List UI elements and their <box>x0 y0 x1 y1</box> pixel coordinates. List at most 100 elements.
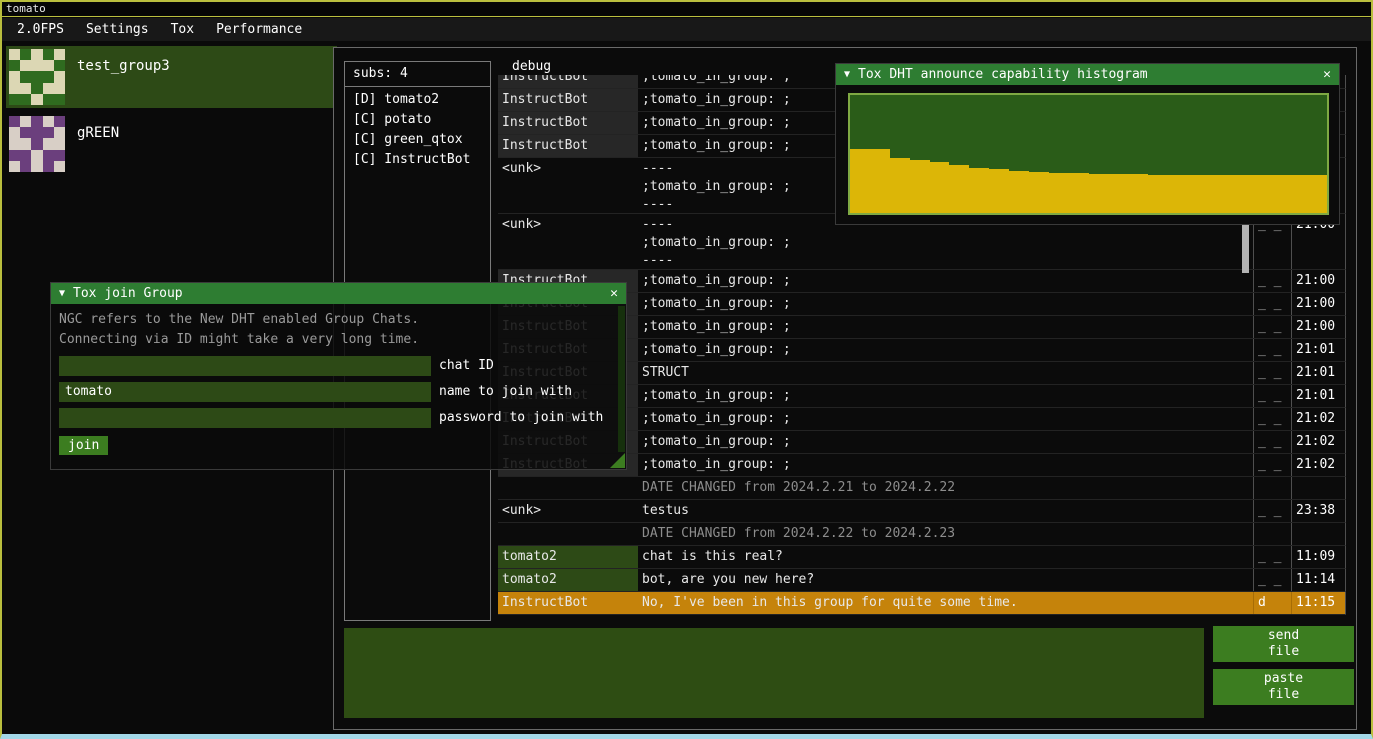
delivery-marks: _ _ <box>1253 270 1291 292</box>
paste-file-button[interactable]: pastefile <box>1213 669 1354 705</box>
timestamp: 21:01 <box>1291 385 1345 407</box>
message-text: ;tomato_in_group: ; <box>638 339 1253 361</box>
histogram-bar <box>1049 173 1069 213</box>
histogram-bar <box>1168 175 1188 213</box>
chat-id-label: chat ID <box>439 356 494 376</box>
message-text: STRUCT <box>638 362 1253 384</box>
window-title: tomato <box>6 2 46 15</box>
message-text: ;tomato_in_group: ; <box>638 293 1253 315</box>
close-icon[interactable]: ✕ <box>610 286 618 301</box>
timestamp: 21:02 <box>1291 408 1345 430</box>
histogram-chart <box>848 93 1329 215</box>
group-item-gREEN[interactable]: gREEN <box>6 113 337 175</box>
chat-id-input[interactable] <box>59 356 431 376</box>
message-text: No, I've been in this group for quite so… <box>638 592 1253 614</box>
menu-item-tox[interactable]: Tox <box>160 20 205 39</box>
delivery-marks: _ _ <box>1253 362 1291 384</box>
histogram-bar <box>1188 175 1208 213</box>
join-button[interactable]: join <box>59 436 108 455</box>
chat-message-row: tomato2chat is this real?_ _11:09 <box>498 546 1346 569</box>
send-file-button[interactable]: sendfile <box>1213 626 1354 662</box>
sender-name <box>498 477 638 499</box>
timestamp: 21:01 <box>1291 339 1345 361</box>
histogram-bar <box>1029 172 1049 213</box>
group-name: gREEN <box>77 125 119 141</box>
delivery-marks <box>1253 477 1291 499</box>
collapse-arrow-icon[interactable]: ▼ <box>844 69 850 80</box>
histogram-bar <box>1089 174 1109 213</box>
timestamp <box>1291 477 1345 499</box>
message-text: chat is this real? <box>638 546 1253 568</box>
histogram-bar <box>890 158 910 213</box>
member-InstructBot[interactable]: [C] InstructBot <box>345 150 490 170</box>
timestamp: 21:01 <box>1291 362 1345 384</box>
message-text: testus <box>638 500 1253 522</box>
sender-name <box>498 523 638 545</box>
delivery-marks <box>1253 523 1291 545</box>
delivery-marks: _ _ <box>1253 316 1291 338</box>
delivery-marks: _ _ <box>1253 431 1291 453</box>
histogram-bar <box>850 149 870 213</box>
sender-name: tomato2 <box>498 546 638 568</box>
system-message-row: DATE CHANGED from 2024.2.22 to 2024.2.23 <box>498 523 1346 546</box>
histogram-bar <box>1248 175 1268 213</box>
histogram-bar <box>1287 175 1307 213</box>
collapse-arrow-icon[interactable]: ▼ <box>59 288 65 299</box>
message-text: ;tomato_in_group: ; <box>638 385 1253 407</box>
histogram-bar <box>989 169 1009 213</box>
timestamp: 21:02 <box>1291 431 1345 453</box>
system-message-row: DATE CHANGED from 2024.2.21 to 2024.2.22 <box>498 477 1346 500</box>
histogram-bar <box>1128 174 1148 213</box>
tab-debug[interactable]: debug <box>504 59 559 74</box>
subs-header: subs: 4 <box>345 62 490 87</box>
delivery-marks: _ _ <box>1253 569 1291 591</box>
sender-name: <unk> <box>498 500 638 522</box>
delivery-marks: d <box>1253 592 1291 614</box>
dht-histogram-window: ▼ Tox DHT announce capability histogram … <box>835 63 1340 225</box>
join-name-label: name to join with <box>439 382 572 402</box>
member-tomato2[interactable]: [D] tomato2 <box>345 90 490 110</box>
histogram-bar <box>1228 175 1248 213</box>
timestamp: 11:14 <box>1291 569 1345 591</box>
delivery-marks: _ _ <box>1253 293 1291 315</box>
join-window-titlebar[interactable]: ▼ Tox join Group ✕ <box>51 283 626 304</box>
timestamp: 21:02 <box>1291 454 1345 476</box>
histogram-window-titlebar[interactable]: ▼ Tox DHT announce capability histogram … <box>836 64 1339 85</box>
group-avatar <box>9 49 65 105</box>
histogram-bar <box>870 149 890 213</box>
histogram-bar <box>1148 175 1168 213</box>
close-icon[interactable]: ✕ <box>1323 67 1331 82</box>
member-green_qtox[interactable]: [C] green_qtox <box>345 130 490 150</box>
message-text: ;tomato_in_group: ; <box>638 431 1253 453</box>
timestamp: 11:15 <box>1291 592 1345 614</box>
menu-item-settings[interactable]: Settings <box>75 20 160 39</box>
chat-message-row: <unk>testus_ _23:38 <box>498 500 1346 523</box>
message-text: DATE CHANGED from 2024.2.21 to 2024.2.22 <box>638 477 1253 499</box>
timestamp <box>1291 523 1345 545</box>
histogram-bar <box>910 160 930 213</box>
message-text: DATE CHANGED from 2024.2.22 to 2024.2.23 <box>638 523 1253 545</box>
histogram-bar <box>1307 175 1327 213</box>
group-name: test_group3 <box>77 58 170 74</box>
join-window-title: Tox join Group <box>73 286 183 301</box>
sender-name: InstructBot <box>498 75 638 88</box>
sender-name: tomato2 <box>498 569 638 591</box>
group-item-test_group3[interactable]: test_group3 <box>6 46 337 108</box>
sender-name: InstructBot <box>498 112 638 134</box>
message-text: ;tomato_in_group: ; <box>638 316 1253 338</box>
join-group-window: ▼ Tox join Group ✕ NGC refers to the New… <box>50 282 627 470</box>
timestamp: 21:00 <box>1291 316 1345 338</box>
join-password-input[interactable] <box>59 408 431 428</box>
join-password-label: password to join with <box>439 408 603 428</box>
member-list: [D] tomato2[C] potato[C] green_qtox[C] I… <box>345 87 490 170</box>
message-text: ;tomato_in_group: ; <box>638 408 1253 430</box>
resize-grip[interactable] <box>610 453 625 468</box>
join-name-input[interactable]: tomato <box>59 382 431 402</box>
member-potato[interactable]: [C] potato <box>345 110 490 130</box>
sender-name: InstructBot <box>498 135 638 157</box>
chat-message-row: InstructBotNo, I've been in this group f… <box>498 592 1346 615</box>
message-input[interactable] <box>344 628 1204 718</box>
timestamp: 21:00 <box>1291 293 1345 315</box>
delivery-marks: _ _ <box>1253 339 1291 361</box>
menu-item-performance[interactable]: Performance <box>205 20 313 39</box>
